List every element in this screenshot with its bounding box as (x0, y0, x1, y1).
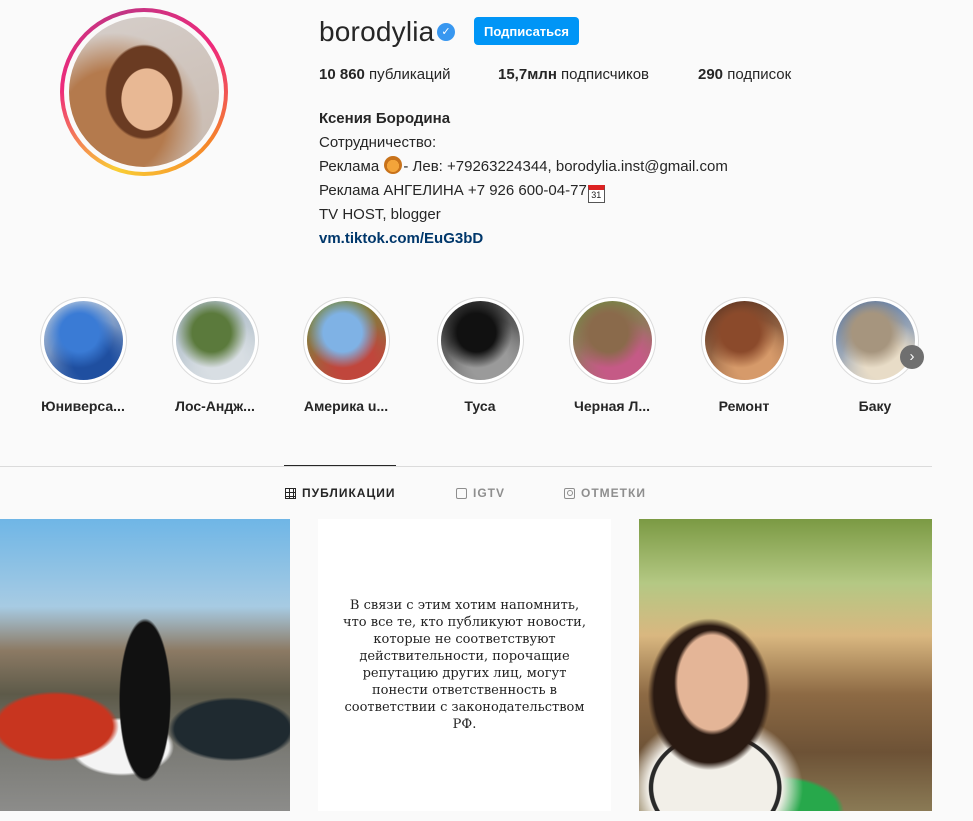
post-thumbnail-1[interactable] (0, 519, 290, 811)
highlight-label: Туса (464, 398, 496, 414)
highlight-ring (831, 297, 919, 384)
bio-line-3-text: Реклама АНГЕЛИНА +7 926 600-04-77 (319, 182, 587, 199)
profile-username: borodylia (319, 16, 435, 47)
profile-bio: Ксения Бородина Сотрудничество: Реклама … (319, 107, 728, 251)
highlight-item[interactable]: Черная Л... (557, 297, 667, 414)
followers-label: подписчиков (556, 66, 650, 83)
tab-tagged-label: ОТМЕТКИ (581, 486, 646, 500)
highlight-cover (572, 301, 652, 380)
chevron-right-icon[interactable]: › (900, 345, 924, 369)
follow-button[interactable]: Подписаться (474, 17, 579, 45)
highlight-cover (175, 301, 255, 380)
highlight-cover (43, 301, 123, 380)
highlight-item[interactable]: Америка u... (291, 297, 401, 414)
highlight-item[interactable]: Туса (425, 297, 535, 414)
tabs-divider (0, 466, 932, 467)
bio-line-4: TV HOST, blogger (319, 206, 441, 223)
profile-avatar-ring[interactable] (60, 8, 228, 176)
stat-following[interactable]: 290 подписок (698, 66, 791, 83)
bio-line-2-prefix: Реклама (319, 158, 384, 175)
highlight-item[interactable]: Ремонт (689, 297, 799, 414)
highlight-label: Черная Л... (574, 398, 650, 414)
posts-label: публикаций (364, 66, 451, 83)
post-thumbnail-2[interactable]: В связи с этим хотим напомнить, что все … (318, 519, 611, 811)
verified-badge-icon: ✓ (437, 23, 455, 41)
calendar-emoji-icon: 31 (587, 185, 605, 203)
posts-count: 10 860 (319, 66, 365, 83)
followers-count: 15,7млн (498, 66, 557, 83)
bio-line-2: Реклама - Лев: +79263224344, borodylia.i… (319, 155, 728, 179)
highlight-cover (440, 301, 520, 380)
tab-igtv-label: IGTV (473, 486, 506, 500)
highlight-label: Ремонт (718, 398, 770, 414)
following-count: 290 (698, 66, 724, 83)
highlight-cover (835, 301, 915, 380)
highlight-label: Баку (858, 398, 892, 414)
profile-full-name: Ксения Бородина (319, 110, 451, 127)
highlight-ring (436, 297, 524, 384)
highlight-ring (568, 297, 656, 384)
lion-emoji-icon (384, 156, 403, 174)
stat-posts: 10 860 публикаций (319, 66, 450, 83)
highlight-cover (704, 301, 784, 380)
igtv-icon (456, 487, 467, 499)
grid-icon (285, 487, 296, 499)
following-label: подписок (723, 66, 792, 83)
tab-tagged[interactable]: ОТМЕТКИ (564, 486, 646, 500)
highlight-item[interactable]: Юниверса... (28, 297, 138, 414)
highlight-ring (39, 297, 127, 384)
tab-posts-label: ПУБЛИКАЦИИ (302, 486, 396, 500)
highlight-ring (302, 297, 390, 384)
highlight-ring (700, 297, 788, 384)
active-tab-indicator (284, 465, 396, 466)
tab-posts[interactable]: ПУБЛИКАЦИИ (285, 486, 395, 500)
bio-link[interactable]: vm.tiktok.com/EuG3bD (319, 230, 483, 247)
highlight-label: Юниверса... (41, 398, 125, 414)
post-thumbnail-3[interactable] (639, 519, 932, 811)
profile-avatar-frame (64, 12, 224, 172)
tab-igtv[interactable]: IGTV (456, 486, 505, 500)
profile-avatar[interactable] (69, 17, 219, 167)
post-2-text: В связи с этим хотим напомнить, что все … (343, 598, 586, 732)
highlight-label: Америка u... (303, 398, 389, 414)
bio-line-1: Сотрудничество: (319, 134, 437, 151)
highlight-cover (306, 301, 386, 380)
bio-line-3: Реклама АНГЕЛИНА +7 926 600-04-77 31 (319, 179, 728, 203)
highlight-item[interactable]: Лос-Андж... (160, 297, 270, 414)
highlight-label: Лос-Андж... (175, 398, 255, 414)
tagged-icon (564, 487, 575, 499)
bio-line-2-suffix: - Лев: +79263224344, borodylia.inst@gmai… (403, 158, 728, 175)
highlight-ring (171, 297, 259, 384)
stat-followers[interactable]: 15,7млн подписчиков (498, 66, 649, 83)
